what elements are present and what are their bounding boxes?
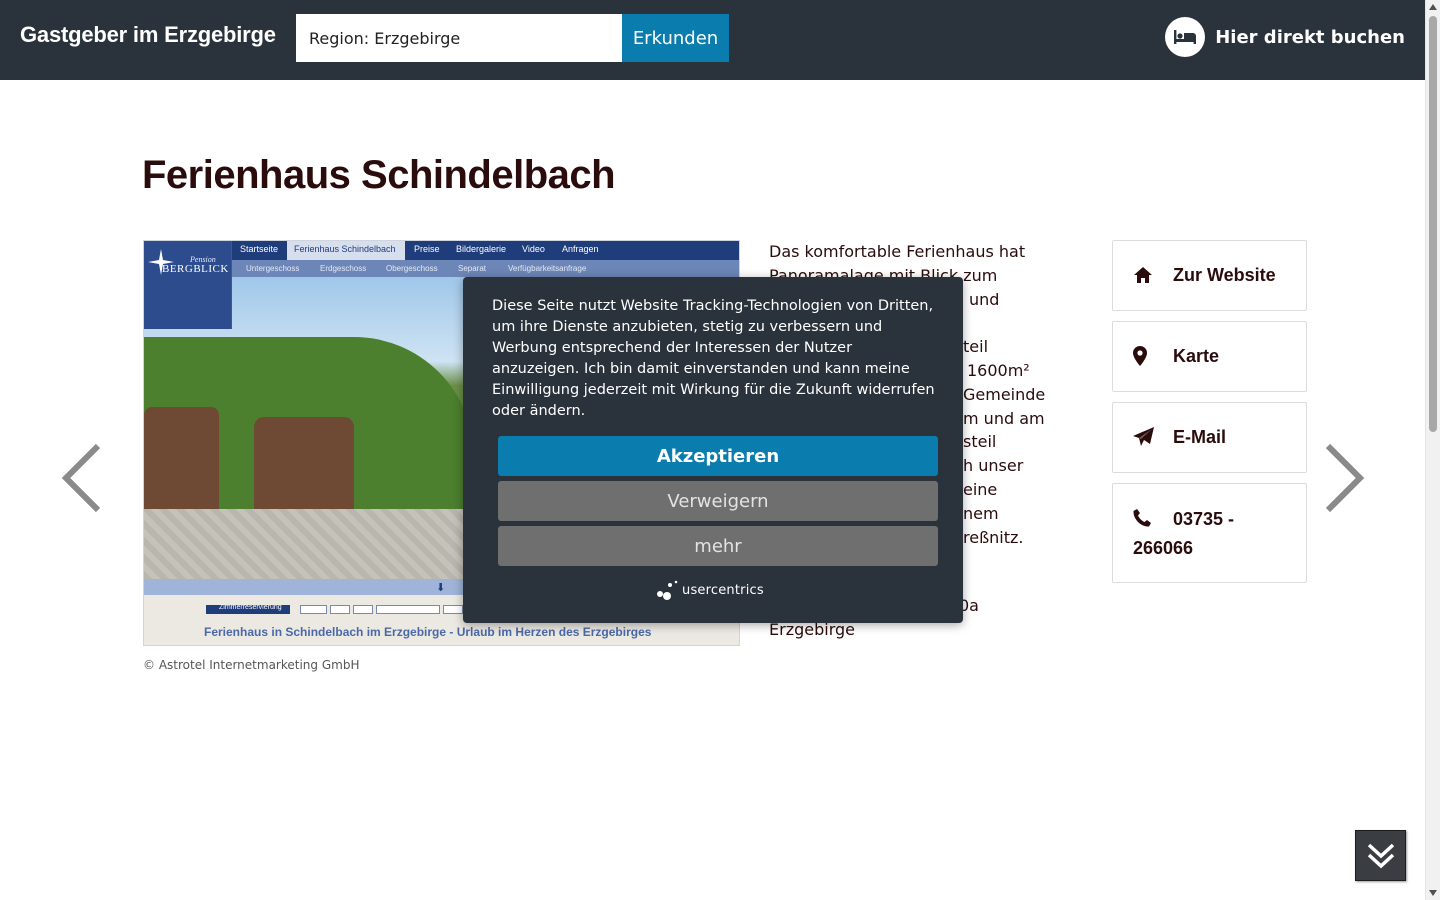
preview-nav-item: Startseite	[240, 244, 279, 254]
image-copyright: © Astrotel Internetmarketing GmbH	[143, 658, 360, 672]
region-search-input[interactable]	[296, 14, 622, 62]
garage-door	[144, 407, 219, 517]
website-card[interactable]: Zur Website	[1112, 240, 1307, 311]
preview-nav-item: Preise	[414, 244, 440, 254]
scroll-down-button[interactable]	[1355, 830, 1406, 881]
preview-nav-item: Video	[522, 244, 545, 254]
preview-field	[330, 605, 350, 614]
bed-icon	[1165, 17, 1206, 57]
website-link-label: Zur Website	[1173, 265, 1276, 285]
accept-cookies-button[interactable]: Akzeptieren	[498, 436, 938, 476]
preview-nav-top: Startseite Ferienhaus Schindelbach Preis…	[144, 241, 739, 260]
scroll-up-icon[interactable]	[1429, 4, 1437, 10]
carousel-prev-button[interactable]	[58, 442, 108, 514]
phone-number: 03735 - 266066	[1133, 509, 1235, 558]
preview-caption: Ferienhaus in Schindelbach im Erzgebirge…	[204, 625, 652, 639]
chevron-left-icon	[61, 443, 101, 513]
preview-nav-item: Anfragen	[562, 244, 599, 254]
preview-field	[353, 605, 373, 614]
paper-plane-icon	[1133, 425, 1173, 449]
cookie-consent-banner: Diese Seite nutzt Website Tracking-Techn…	[463, 277, 963, 623]
site-brand[interactable]: Gastgeber im Erzgebirge	[20, 22, 276, 48]
home-icon	[1133, 263, 1173, 287]
preview-nav-sub: Untergeschoss Erdgeschoss Obergeschoss S…	[144, 260, 739, 277]
page-scrollbar[interactable]	[1425, 0, 1440, 900]
region-search: Erkunden	[296, 14, 729, 62]
usercentrics-logo[interactable]: usercentrics	[656, 579, 764, 601]
preview-subnav-item: Verfügbarkeitsanfrage	[508, 264, 587, 273]
preview-subnav-item: Erdgeschoss	[320, 264, 367, 273]
scroll-down-icon[interactable]	[1429, 890, 1437, 896]
carousel-next-button[interactable]	[1318, 442, 1368, 514]
down-arrow-icon: ⬇	[436, 581, 446, 594]
phone-card[interactable]: 03735 - 266066	[1112, 483, 1307, 583]
page-title: Ferienhaus Schindelbach	[142, 153, 616, 197]
chevron-right-icon	[1325, 443, 1365, 513]
preview-subnav-item: Obergeschoss	[386, 264, 438, 273]
preview-field	[443, 605, 463, 614]
cookie-consent-text: Diese Seite nutzt Website Tracking-Techn…	[492, 298, 935, 419]
book-direct-label: Hier direkt buchen	[1215, 26, 1405, 48]
scroll-thumb[interactable]	[1429, 16, 1437, 432]
usercentrics-dots-icon	[657, 580, 678, 600]
deny-cookies-button[interactable]: Verweigern	[498, 481, 938, 521]
description-line: Das komfortable Ferienhaus hat	[769, 242, 1026, 261]
preview-subnav-item: Separat	[458, 264, 487, 273]
logo-big-text: BERGBLICK	[162, 263, 229, 275]
map-card[interactable]: Karte	[1112, 321, 1307, 392]
usercentrics-brand: usercentrics	[682, 582, 764, 598]
preview-field	[376, 605, 440, 614]
explore-button[interactable]: Erkunden	[622, 14, 729, 62]
email-card[interactable]: E-Mail	[1112, 402, 1307, 473]
preview-booking-label: Zimmerreservierung	[206, 604, 290, 614]
preview-nav-item: Ferienhaus Schindelbach	[294, 244, 396, 254]
preview-field	[300, 605, 327, 614]
top-navigation-bar: Gastgeber im Erzgebirge Erkunden Hier di…	[0, 0, 1425, 80]
book-direct-button[interactable]: Hier direkt buchen	[1165, 17, 1405, 57]
email-link-label: E-Mail	[1173, 427, 1227, 447]
garage-door	[254, 417, 354, 517]
preview-subnav-item: Untergeschoss	[246, 264, 300, 273]
more-cookies-button[interactable]: mehr	[498, 526, 938, 566]
preview-nav-item: Bildergalerie	[456, 244, 507, 254]
map-marker-icon	[1133, 344, 1173, 368]
double-chevron-down-icon	[1367, 843, 1394, 868]
pension-logo: Pension BERGBLICK	[144, 241, 232, 329]
map-link-label: Karte	[1173, 346, 1220, 366]
